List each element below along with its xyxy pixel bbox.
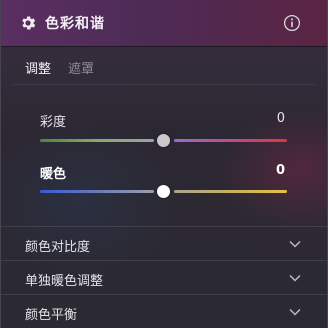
warmth-slider-thumb[interactable] [157,185,170,198]
warmth-value[interactable]: 0 [276,163,285,178]
saturation-track-right[interactable] [174,139,287,142]
section-color-balance-label: 颜色平衡 [25,308,78,323]
warmth-track-left[interactable] [40,190,154,193]
gear-icon [22,16,36,30]
tab-adjust[interactable]: 调整 [25,58,51,77]
panel-header[interactable]: 色彩和谐 [1,0,327,47]
section-color-contrast-label: 颜色对比度 [25,240,91,255]
saturation-label: 彩度 [40,115,67,130]
warmth-label: 暖色 [40,167,67,182]
info-icon[interactable] [283,14,301,32]
color-harmony-panel: 色彩和谐 调整 遮罩 彩度 0 暖色 0 颜色对比度 单独暖色调整 颜色平衡 [0,0,328,328]
section-color-balance[interactable]: 颜色平衡 [1,294,327,328]
tab-mask[interactable]: 遮罩 [68,58,94,77]
section-individual-warmth[interactable]: 单独暖色调整 [1,260,327,294]
section-color-contrast[interactable]: 颜色对比度 [1,226,327,260]
tab-bar: 调整 遮罩 [1,47,327,85]
chevron-down-icon [289,240,301,248]
section-individual-warmth-label: 单独暖色调整 [25,274,104,289]
tab-divider [13,84,315,85]
panel-title: 色彩和谐 [45,16,105,32]
chevron-down-icon [289,274,301,282]
saturation-slider-thumb[interactable] [157,134,170,147]
chevron-down-icon [289,308,301,316]
saturation-track-left[interactable] [40,139,154,142]
warmth-track-right[interactable] [174,190,287,193]
saturation-value[interactable]: 0 [277,111,285,126]
